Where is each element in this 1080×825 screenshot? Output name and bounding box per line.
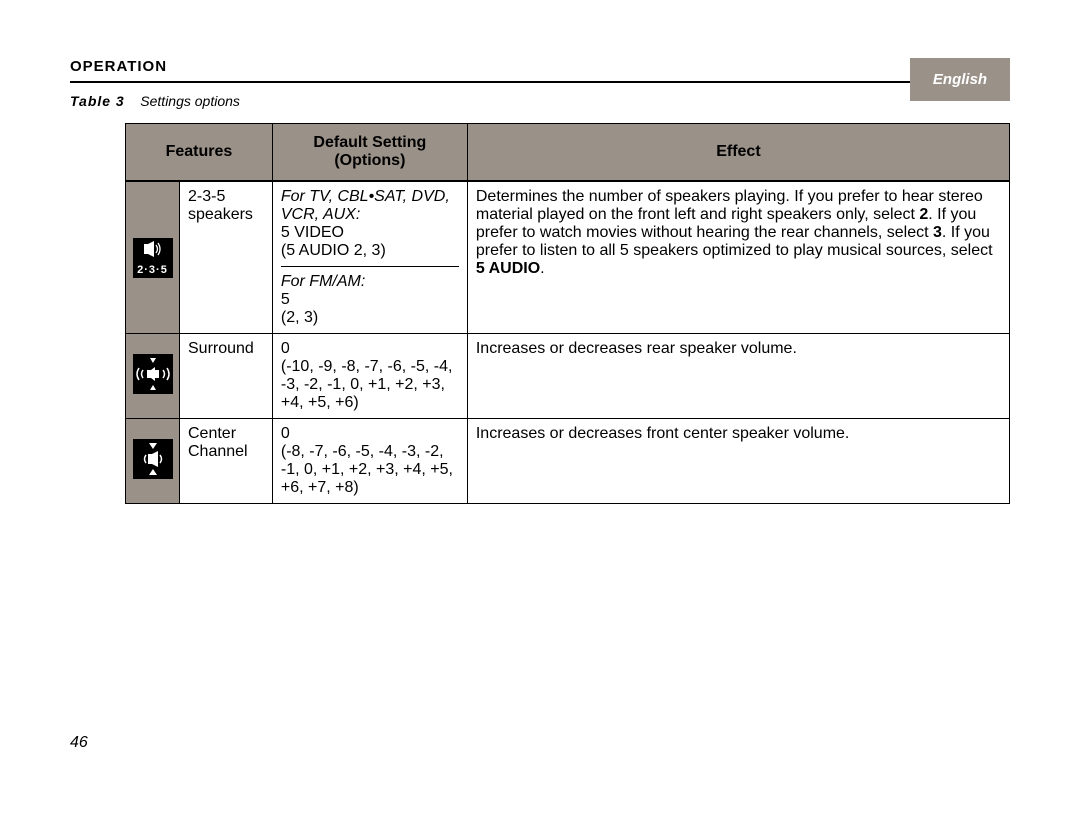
options-group-label: For FM/AM: bbox=[281, 273, 365, 290]
options-cell: 0 (-8, -7, -6, -5, -4, -3, -2, -1, 0, +1… bbox=[272, 419, 467, 504]
th-default-line2: (Options) bbox=[334, 152, 405, 169]
effect-bold: 5 AUDIO bbox=[476, 260, 540, 277]
options-cell: 0 (-10, -9, -8, -7, -6, -5, -4, -3, -2, … bbox=[272, 334, 467, 419]
effect-text: . bbox=[540, 260, 544, 277]
feature-name: 2-3-5 speakers bbox=[180, 181, 273, 334]
effect-cell: Increases or decreases rear speaker volu… bbox=[467, 334, 1009, 419]
options-cell: For TV, CBL•SAT, DVD, VCR, AUX: 5 VIDEO … bbox=[272, 181, 467, 334]
icon-cell bbox=[126, 334, 180, 419]
options-default: 0 bbox=[281, 340, 290, 357]
settings-table: Features Default Setting (Options) Effec… bbox=[125, 123, 1010, 504]
surround-icon bbox=[133, 354, 173, 394]
options-list: (2, 3) bbox=[281, 309, 318, 326]
table-row: Center Channel 0 (-8, -7, -6, -5, -4, -3… bbox=[126, 419, 1010, 504]
divider bbox=[70, 81, 1010, 83]
effect-cell: Determines the number of speakers playin… bbox=[467, 181, 1009, 334]
icon-cell: 2·3·5 bbox=[126, 181, 180, 334]
icon-cell bbox=[126, 419, 180, 504]
options-default: 5 bbox=[281, 291, 290, 308]
table-title: Settings options bbox=[140, 93, 240, 109]
table-label: Table 3 bbox=[70, 93, 125, 109]
effect-bold: 2 bbox=[919, 206, 928, 223]
options-list: (-8, -7, -6, -5, -4, -3, -2, -1, 0, +1, … bbox=[281, 443, 453, 496]
th-default-line1: Default Setting bbox=[313, 134, 426, 151]
options-group-label: For TV, CBL•SAT, DVD, VCR, AUX: bbox=[281, 188, 450, 223]
effect-cell: Increases or decreases front center spea… bbox=[467, 419, 1009, 504]
th-effect: Effect bbox=[467, 124, 1009, 182]
options-default: 0 bbox=[281, 425, 290, 442]
table-row: 2·3·5 2-3-5 speakers For TV, CBL•SAT, DV… bbox=[126, 181, 1010, 334]
th-default: Default Setting (Options) bbox=[272, 124, 467, 182]
effect-bold: 3 bbox=[933, 224, 942, 241]
divider bbox=[281, 266, 459, 267]
table-caption: Table 3 Settings options bbox=[70, 93, 1010, 109]
page-number: 46 bbox=[70, 734, 1010, 752]
section-heading: OPERATION bbox=[70, 58, 1010, 75]
th-features: Features bbox=[126, 124, 273, 182]
options-list: (-10, -9, -8, -7, -6, -5, -4, -3, -2, -1… bbox=[281, 358, 453, 411]
feature-name: Center Channel bbox=[180, 419, 273, 504]
language-tab: English bbox=[910, 58, 1010, 101]
feature-name: Surround bbox=[180, 334, 273, 419]
speaker-235-icon: 2·3·5 bbox=[133, 238, 173, 278]
icon-digits: 2·3·5 bbox=[133, 264, 173, 276]
table-row: Surround 0 (-10, -9, -8, -7, -6, -5, -4,… bbox=[126, 334, 1010, 419]
options-list: (5 AUDIO 2, 3) bbox=[281, 242, 386, 259]
options-default: 5 VIDEO bbox=[281, 224, 344, 241]
effect-text: Determines the number of speakers playin… bbox=[476, 188, 983, 223]
center-channel-icon bbox=[133, 439, 173, 479]
